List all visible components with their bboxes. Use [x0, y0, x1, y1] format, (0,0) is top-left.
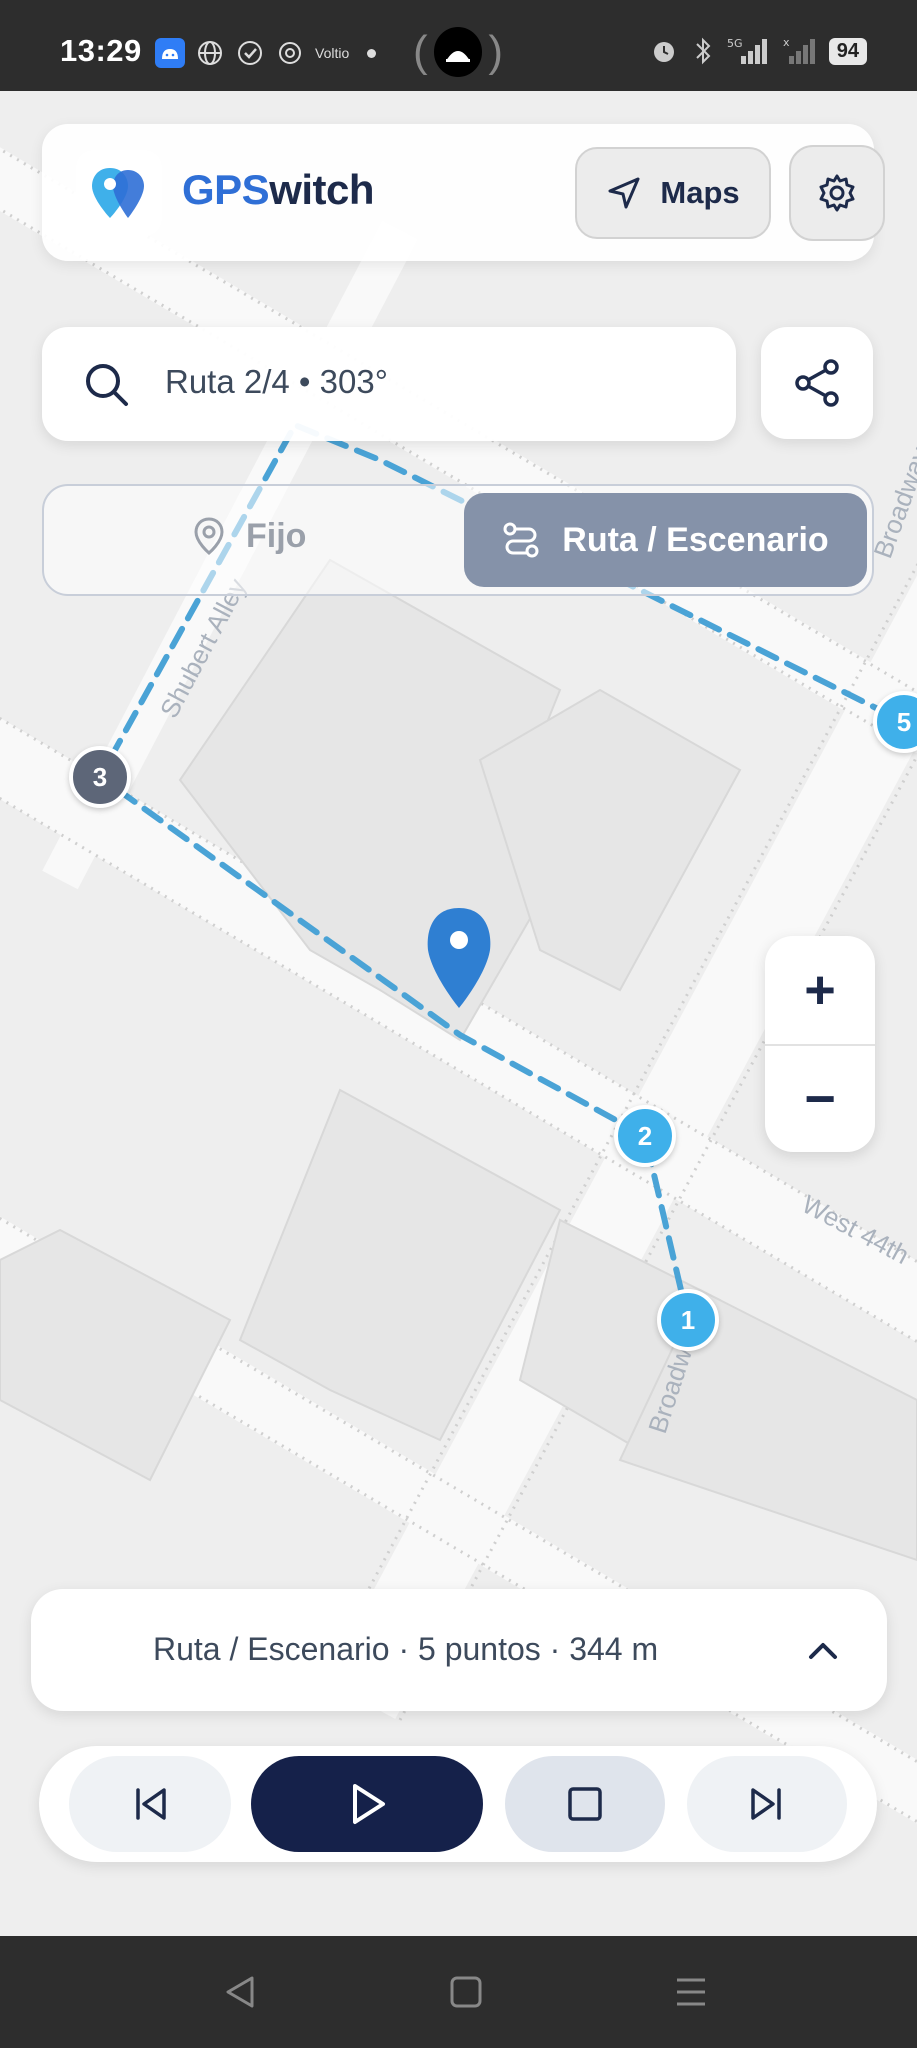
more-notifications-dot [367, 48, 377, 58]
play-icon [353, 1784, 385, 1824]
voltio-app-label: Voltio [315, 45, 350, 61]
battery-indicator: 94 [828, 37, 867, 65]
gear-icon [819, 174, 855, 212]
app-header: GPSwitch Maps [42, 124, 885, 261]
home-icon[interactable] [448, 1972, 484, 2012]
system-nav-bar [0, 1936, 917, 2048]
previous-button[interactable] [69, 1756, 231, 1852]
skip-previous-icon [136, 1788, 166, 1820]
check-circle-icon [235, 38, 265, 68]
search-text: Ruta 2/4 • 303° [165, 363, 388, 400]
next-button[interactable] [687, 1756, 847, 1852]
status-bar: 13:29 Voltio ( ) 5G x 94 [0, 0, 917, 91]
back-icon[interactable] [222, 1972, 258, 2012]
share-icon [795, 359, 839, 407]
waypoint-1[interactable]: 1 [657, 1289, 719, 1351]
share-button[interactable] [761, 327, 873, 439]
route-summary: Ruta / Escenario · 5 puntos · 344 m [153, 1631, 659, 1667]
notification-icons: Voltio [155, 38, 377, 68]
waypoint-3[interactable]: 3 [69, 746, 131, 808]
mode-fixed-label: Fijo [246, 516, 307, 555]
mode-toggle: Fijo Ruta / Escenario [42, 484, 874, 596]
recent-apps-icon[interactable] [673, 1972, 709, 2012]
mode-route-label: Ruta / Escenario [562, 520, 829, 559]
maps-button[interactable]: Maps [575, 147, 771, 239]
app-name: GPSwitch [182, 166, 375, 213]
signal-5g-icon: 5G [727, 37, 767, 64]
alarm-icon [653, 42, 674, 62]
mode-route-tab[interactable]: Ruta / Escenario [464, 493, 867, 587]
app-logo [76, 150, 162, 236]
bluetooth-icon [696, 37, 711, 65]
svg-text:5G: 5G [727, 37, 743, 50]
navigation-arrow-icon [608, 177, 640, 209]
play-button[interactable] [251, 1756, 483, 1852]
stop-icon [568, 1787, 602, 1821]
stop-button[interactable] [505, 1756, 665, 1852]
hotspot-indicator: ( ) [413, 27, 503, 77]
status-time: 13:29 [60, 33, 142, 68]
playback-controls [39, 1746, 877, 1862]
zoom-out-button[interactable]: − [765, 1044, 875, 1152]
mode-fixed-tab[interactable]: Fijo [192, 516, 306, 556]
zoom-in-button[interactable]: + [765, 936, 875, 1044]
svg-text:x: x [783, 36, 790, 49]
hotspot-icon [433, 27, 483, 77]
route-info-panel[interactable]: Ruta / Escenario · 5 puntos · 344 m [31, 1589, 887, 1711]
chevron-up-icon[interactable] [803, 1631, 843, 1671]
zoom-controls: + − [765, 936, 875, 1152]
location-pin-logo-icon [92, 168, 144, 218]
skip-next-icon [751, 1788, 781, 1820]
system-icons: 5G x 94 [649, 36, 867, 66]
search-bar[interactable]: Ruta 2/4 • 303° [42, 327, 736, 441]
signal-no-service-icon: x [783, 36, 815, 64]
waypoint-2[interactable]: 2 [614, 1105, 676, 1167]
globe-icon [195, 38, 225, 68]
android-app-icon [155, 38, 185, 68]
search-icon [86, 364, 128, 406]
openai-icon [275, 38, 305, 68]
map-pin-icon [194, 517, 224, 555]
maps-button-label: Maps [660, 175, 740, 210]
route-icon [503, 522, 539, 558]
settings-button[interactable] [789, 145, 885, 241]
